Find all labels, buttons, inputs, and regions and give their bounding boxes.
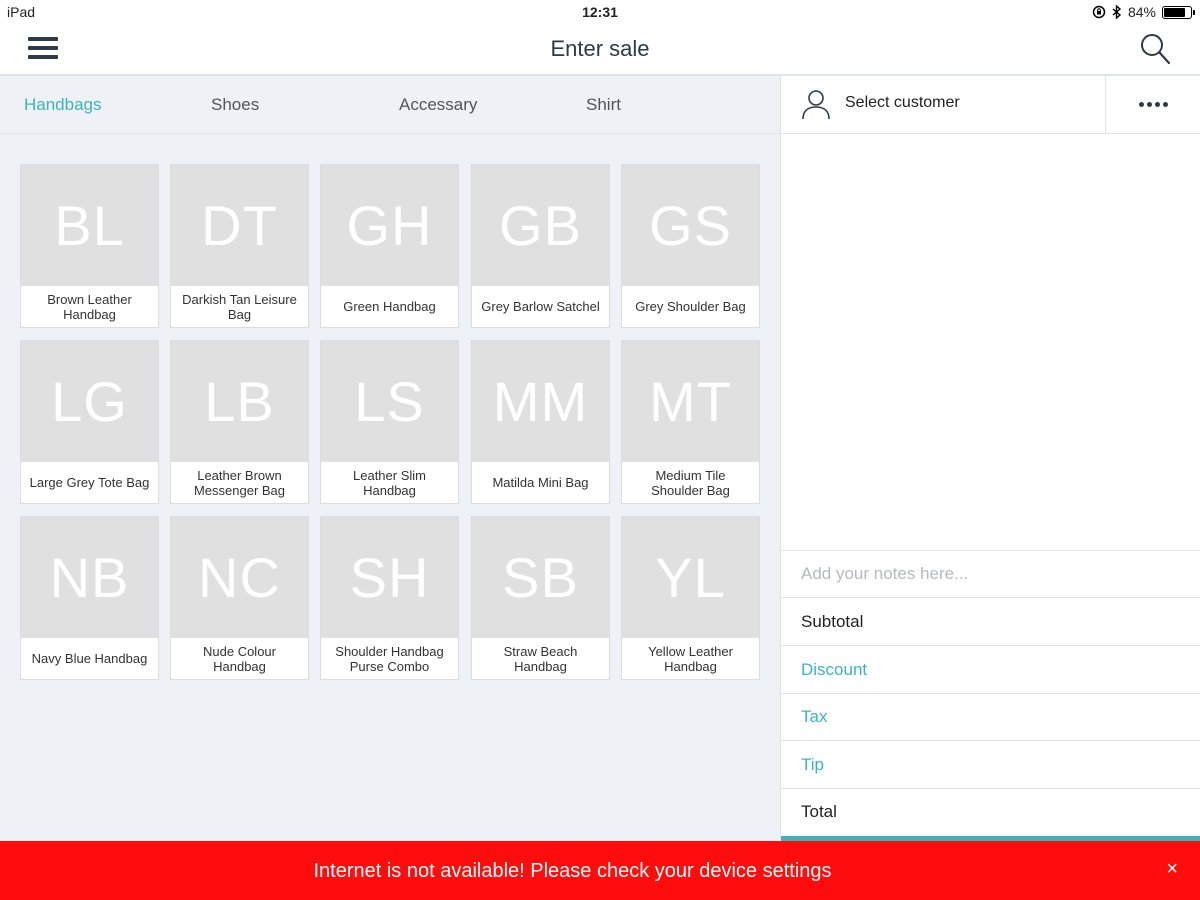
hamburger-icon-bar <box>28 37 58 41</box>
more-dots-icon <box>1162 102 1168 107</box>
product-tile[interactable]: MM Matilda Mini Bag <box>471 340 610 504</box>
product-name: Yellow Leather Handbag <box>648 643 733 674</box>
product-tile[interactable]: LB Leather Brown Messenger Bag <box>170 340 309 504</box>
tax-label: Tax <box>801 706 828 726</box>
user-icon <box>802 90 830 120</box>
product-tile[interactable]: SB Straw Beach Handbag <box>471 516 610 680</box>
product-tile[interactable]: SH Shoulder Handbag Purse Combo <box>320 516 459 680</box>
top-nav-bar: Enter sale <box>0 24 1200 76</box>
tab-shoes[interactable]: Shoes <box>211 95 259 115</box>
more-options-button[interactable] <box>1105 76 1200 133</box>
discount-label: Discount <box>801 659 868 679</box>
discount-row[interactable]: Discount <box>781 646 1200 694</box>
product-tile[interactable]: DT Darkish Tan Leisure Bag <box>170 164 309 328</box>
notes-input[interactable] <box>781 551 1200 597</box>
product-name: Straw Beach Handbag <box>503 643 578 674</box>
product-tile[interactable]: GH Green Handbag <box>320 164 459 328</box>
product-initials: GS <box>622 165 759 286</box>
more-dots-icon <box>1154 102 1160 107</box>
more-dots-icon <box>1146 102 1152 107</box>
hamburger-icon-bar <box>28 46 58 50</box>
rotation-lock-icon <box>1092 5 1106 19</box>
status-time: 12:31 <box>582 4 618 20</box>
product-initials: YL <box>622 517 759 638</box>
bluetooth-icon <box>1112 5 1122 19</box>
product-initials: DT <box>171 165 308 286</box>
product-tile[interactable]: GB Grey Barlow Satchel <box>471 164 610 328</box>
tab-shirt[interactable]: Shirt <box>586 95 621 115</box>
product-tile[interactable]: MT Medium Tile Shoulder Bag <box>621 340 760 504</box>
more-dots-icon <box>1138 102 1144 107</box>
product-initials: NC <box>171 517 308 638</box>
notes-field[interactable] <box>781 550 1200 598</box>
battery-icon <box>1162 5 1195 19</box>
tab-handbags[interactable]: Handbags <box>24 95 102 115</box>
close-icon[interactable]: × <box>1166 858 1178 881</box>
category-tabs: Handbags Shoes Accessary Shirt <box>0 76 780 134</box>
menu-button[interactable] <box>28 37 58 61</box>
customer-bar: Select customer <box>781 76 1200 134</box>
total-label: Total <box>801 802 837 821</box>
product-initials: BL <box>21 165 158 286</box>
product-name: Navy Blue Handbag <box>31 651 148 666</box>
banner-message: Internet is not available! Please check … <box>313 860 832 882</box>
select-customer-button[interactable]: Select customer <box>781 76 1106 133</box>
product-name: Shoulder Handbag Purse Combo <box>335 643 444 674</box>
product-name: Matilda Mini Bag <box>492 475 589 490</box>
status-indicators: 84% <box>1092 4 1195 20</box>
product-name: Leather Slim Handbag <box>353 467 426 498</box>
product-tile[interactable]: NB Navy Blue Handbag <box>20 516 159 680</box>
page-title: Enter sale <box>550 36 650 61</box>
search-button[interactable] <box>1140 32 1172 66</box>
product-initials: LG <box>21 341 158 462</box>
product-tile[interactable]: LS Leather Slim Handbag <box>320 340 459 504</box>
product-initials: LB <box>171 341 308 462</box>
product-name: Leather Brown Messenger Bag <box>193 467 286 498</box>
product-name: Darkish Tan Leisure Bag <box>182 291 297 322</box>
product-initials: GB <box>472 165 609 286</box>
subtotal-row: Subtotal <box>781 598 1200 646</box>
product-name: Grey Shoulder Bag <box>635 299 746 314</box>
product-initials: LS <box>321 341 458 462</box>
product-tile[interactable]: BL Brown Leather Handbag <box>20 164 159 328</box>
product-name: Green Handbag <box>343 299 436 314</box>
product-initials: GH <box>321 165 458 286</box>
total-row: Total <box>781 788 1200 836</box>
product-panel: Handbags Shoes Accessary Shirt BL Brown L… <box>0 76 780 841</box>
tab-accessary[interactable]: Accessary <box>399 95 477 115</box>
connection-error-banner: Internet is not available! Please check … <box>0 841 1200 900</box>
product-initials: SB <box>472 517 609 638</box>
tip-row[interactable]: Tip <box>781 741 1200 789</box>
product-initials: SH <box>321 517 458 638</box>
product-name: Grey Barlow Satchel <box>481 299 600 314</box>
product-tile[interactable]: GS Grey Shoulder Bag <box>621 164 760 328</box>
status-bar: iPad 12:31 84% <box>0 0 1200 24</box>
product-initials: MT <box>622 341 759 462</box>
cart-items-area <box>781 134 1200 550</box>
product-tile[interactable]: LG Large Grey Tote Bag <box>20 340 159 504</box>
product-initials: MM <box>472 341 609 462</box>
product-name: Nude Colour Handbag <box>203 643 276 674</box>
select-customer-label: Select customer <box>845 94 960 111</box>
product-name: Large Grey Tote Bag <box>29 475 150 490</box>
product-name: Brown Leather Handbag <box>47 291 132 322</box>
tip-label: Tip <box>801 754 824 774</box>
product-initials: NB <box>21 517 158 638</box>
sale-panel: Select customer Subtotal Discount Tax Ti… <box>780 76 1200 841</box>
hamburger-icon-bar <box>28 55 58 59</box>
product-tile[interactable]: YL Yellow Leather Handbag <box>621 516 760 680</box>
product-name: Medium Tile Shoulder Bag <box>651 467 730 498</box>
product-tile[interactable]: NC Nude Colour Handbag <box>170 516 309 680</box>
battery-percent: 84% <box>1127 4 1156 20</box>
search-icon <box>1141 34 1171 65</box>
subtotal-label: Subtotal <box>801 611 864 631</box>
tax-row[interactable]: Tax <box>781 693 1200 741</box>
